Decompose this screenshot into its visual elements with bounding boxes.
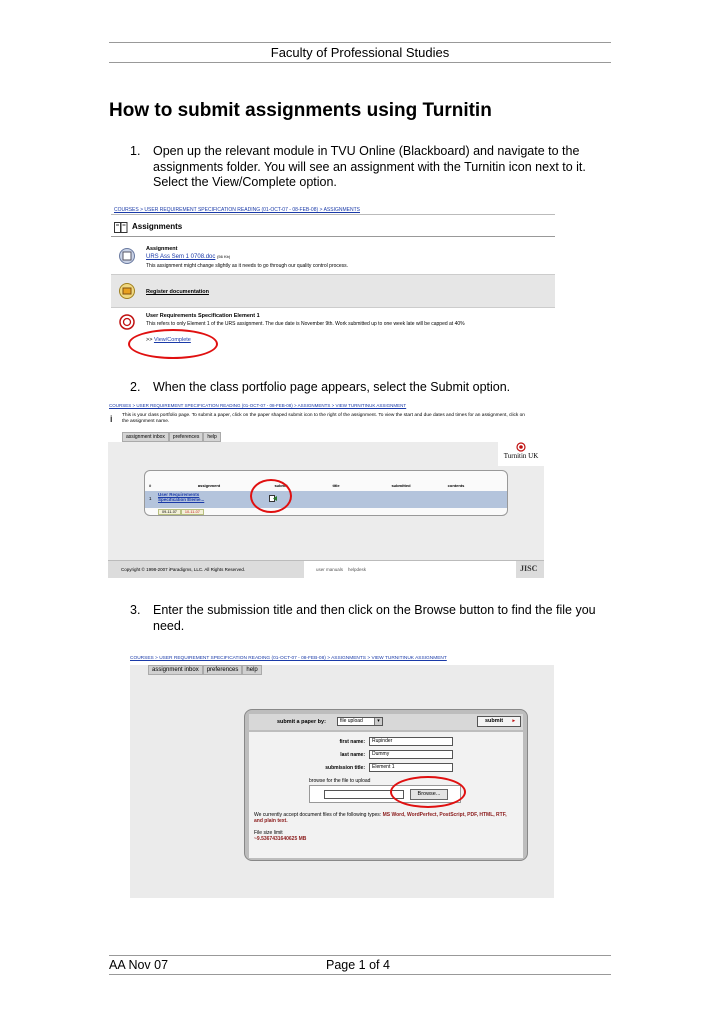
tab-help[interactable]: help	[242, 665, 262, 675]
book-icon	[114, 222, 128, 233]
submit-method-select[interactable]: file upload ▾	[337, 717, 383, 726]
footer-rule-bottom	[109, 974, 611, 975]
step-1: 1. Open up the relevant module in TVU On…	[130, 144, 610, 191]
header-rule-top	[109, 42, 611, 43]
submission-title-label: submission title:	[325, 765, 365, 771]
last-name-label: last name:	[340, 752, 365, 758]
highlight-ellipse	[250, 479, 292, 513]
last-name-value: Dummy	[372, 751, 390, 757]
chevron-down-icon: ▾	[374, 718, 382, 725]
register-documentation-link[interactable]: Register documentation	[146, 289, 209, 295]
highlight-ellipse	[128, 329, 218, 359]
first-name-label: first name:	[339, 739, 365, 745]
first-name-field[interactable]: Rupinder	[369, 737, 453, 746]
header-rule-bottom	[109, 62, 611, 63]
breadcrumb: COURSES > USER REQUIREMENT SPECIFICATION…	[108, 402, 544, 410]
section-title: Assignments	[132, 222, 183, 231]
table-header: # assignment submit title submitted cont…	[145, 483, 507, 489]
screenshot-assignments: COURSES > USER REQUIREMENT SPECIFICATION…	[111, 206, 555, 366]
start-date: 09-11-07	[158, 509, 181, 515]
document-title: How to submit assignments using Turnitin	[109, 100, 492, 121]
table-row: 1 User Requirements Specification Eleme.…	[145, 491, 507, 508]
assignment-file-link[interactable]: URS Ass Sem 1 0708.doc	[146, 254, 215, 260]
submit-panel: submit a paper by: file upload ▾ submit …	[244, 709, 528, 861]
breadcrumb-link[interactable]: COURSES > USER REQUIREMENT SPECIFICATION…	[109, 403, 406, 408]
tab-bar: assignment inbox preferences help	[148, 665, 262, 675]
submit-button[interactable]: submit ▸	[477, 716, 521, 727]
footer-rule-top	[109, 955, 611, 956]
tab-preferences[interactable]: preferences	[202, 665, 243, 675]
first-name-value: Rupinder	[372, 738, 393, 744]
submission-title-value: Element 1	[372, 764, 395, 770]
item-heading: Assignment	[146, 246, 178, 252]
column-header: #	[149, 483, 152, 488]
screenshot-submit-paper: COURSES > USER REQUIREMENT SPECIFICATION…	[130, 655, 554, 898]
tab-assignment-inbox[interactable]: assignment inbox	[148, 665, 203, 675]
assignment-table: # assignment submit title submitted cont…	[144, 470, 508, 516]
turnitin-logo: Turnitin UK	[498, 442, 544, 466]
due-date: 10-11-07	[180, 509, 204, 515]
step-3: 3. Enter the submission title and then c…	[130, 603, 610, 634]
helpdesk-link[interactable]: helpdesk	[348, 567, 366, 572]
tab-help[interactable]: help	[203, 432, 221, 442]
footer-date: AA Nov 07	[109, 958, 169, 972]
form-area: first name: Rupinder last name: Dummy su…	[249, 732, 523, 858]
info-text: This is your class portfolio page. To su…	[122, 413, 525, 424]
step-number: 3.	[130, 603, 141, 617]
column-header: assignment	[197, 483, 221, 488]
submission-title-field[interactable]: Element 1	[369, 763, 453, 772]
page-number: Page 1 of 4	[326, 958, 390, 972]
breadcrumb-link[interactable]: COURSES > USER REQUIREMENT SPECIFICATION…	[130, 656, 447, 661]
submit-by-label: submit a paper by:	[277, 719, 326, 725]
tab-bar: assignment inbox preferences help	[122, 432, 221, 442]
breadcrumb: COURSES > USER REQUIREMENT SPECIFICATION…	[130, 655, 554, 663]
screenshot-class-portfolio: COURSES > USER REQUIREMENT SPECIFICATION…	[108, 402, 544, 578]
section-header: Assignments	[111, 219, 555, 237]
browse-label: browse for the file to upload	[309, 778, 371, 784]
file-size-limit-value: ~9.5367431640625 MB	[254, 836, 307, 842]
submit-button-label: submit	[485, 718, 504, 724]
assignment-name-link[interactable]: User Requirements Specification Eleme...	[158, 492, 228, 502]
step-text: When the class portfolio page appears, s…	[153, 380, 511, 394]
arrow-right-icon: ▸	[512, 718, 515, 724]
folder-icon	[119, 283, 135, 299]
tab-assignment-inbox[interactable]: assignment inbox	[122, 432, 169, 442]
jisc-logo: JISC	[520, 564, 538, 573]
last-name-field[interactable]: Dummy	[369, 750, 453, 759]
page-footer-bar: Copyright © 1998-2007 iParadigms, LLC. A…	[108, 560, 544, 578]
breadcrumb-link[interactable]: COURSES > USER REQUIREMENT SPECIFICATION…	[114, 207, 360, 213]
item-description: This refers to only Element 1 of the URS…	[146, 321, 465, 327]
column-header: submitted	[391, 483, 411, 488]
user-manuals-link[interactable]: user manuals	[316, 567, 343, 572]
step-number: 2.	[130, 380, 141, 394]
submit-bar: submit a paper by: file upload ▾ submit …	[249, 714, 523, 730]
item-heading: User Requirements Specification Element …	[146, 313, 260, 319]
tab-preferences[interactable]: preferences	[168, 432, 204, 442]
breadcrumb: COURSES > USER REQUIREMENT SPECIFICATION…	[111, 206, 555, 215]
accepted-types-note: We currently accept document files of th…	[254, 812, 516, 824]
step-number: 1.	[130, 144, 141, 158]
page-header: Faculty of Professional Studies	[270, 45, 450, 60]
step-text: Enter the submission title and then clic…	[153, 603, 596, 633]
column-header: contents	[447, 483, 465, 488]
step-text: Open up the relevant module in TVU Onlin…	[153, 144, 586, 189]
turnitin-logo-icon	[516, 442, 526, 452]
logo-text: Turnitin UK	[503, 452, 539, 460]
assignment-item: Assignment URS Ass Sem 1 0708.doc (56 Kb…	[111, 242, 555, 274]
footer-links: user manuals helpdesk	[304, 561, 516, 578]
register-item: Register documentation	[111, 274, 555, 308]
highlight-ellipse	[390, 776, 466, 808]
file-size: (56 Kb)	[217, 254, 231, 259]
step-2: 2. When the class portfolio page appears…	[130, 380, 610, 396]
copyright-text: Copyright © 1998-2007 iParadigms, LLC. A…	[121, 567, 246, 572]
submit-method-value: file upload	[340, 718, 363, 724]
column-header: title	[332, 483, 340, 488]
turnitin-icon	[119, 314, 135, 330]
info-icon: i	[110, 414, 113, 424]
date-badges: 09-11-07 10-11-07	[158, 509, 204, 515]
row-number: 1	[149, 496, 152, 501]
document-icon	[119, 248, 135, 264]
item-description: This assignment might change slightly as…	[146, 263, 349, 269]
